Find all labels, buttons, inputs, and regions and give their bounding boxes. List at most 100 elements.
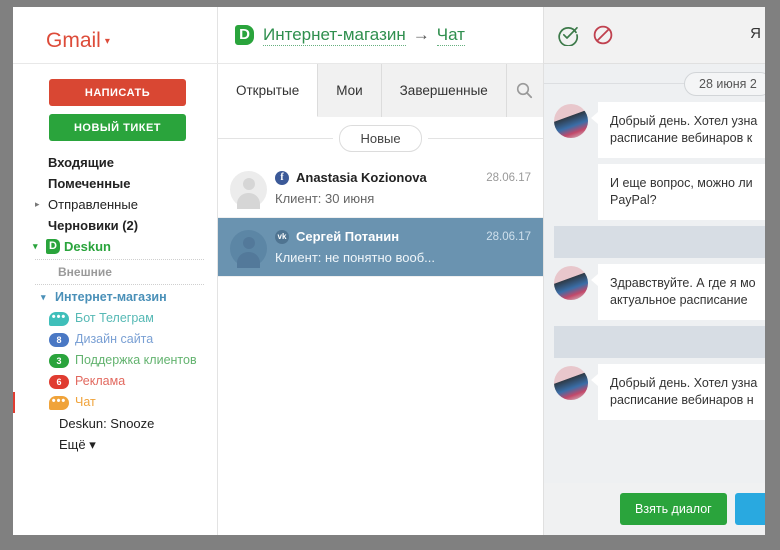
header-divider bbox=[13, 63, 218, 64]
tab-mine[interactable]: Мои bbox=[318, 64, 382, 117]
secondary-action-button[interactable] bbox=[734, 493, 765, 525]
gmail-logo-text: Gmail bbox=[46, 29, 101, 52]
system-message: Агент завершает bbox=[554, 326, 765, 358]
ticket-date: 28.06.17 bbox=[486, 230, 531, 243]
breadcrumb-channel-link[interactable]: Чат bbox=[436, 25, 465, 46]
vk-icon: vk bbox=[275, 229, 289, 244]
sidebar-item-label: Чат bbox=[75, 395, 96, 409]
system-message: Агент завершает bbox=[554, 226, 765, 258]
arrow-right-icon: → bbox=[412, 25, 430, 44]
tab-completed[interactable]: Завершенные bbox=[381, 64, 507, 117]
chat-message: Добрый день. Хотел узна расписание вебин… bbox=[544, 364, 765, 420]
new-ticket-button[interactable]: НОВЫЙ ТИКЕТ bbox=[49, 114, 186, 141]
deskun-logo-icon: D bbox=[46, 239, 60, 254]
chat-messages: 28 июня 2 Добрый день. Хотел узна распис… bbox=[544, 64, 765, 535]
sidebar-item-snooze[interactable]: Deskun: Snooze bbox=[13, 413, 218, 434]
chevron-down-icon: ▾ bbox=[104, 35, 110, 47]
chat-message: Добрый день. Хотел узна расписание вебин… bbox=[544, 102, 765, 158]
sidebar-item-label: Поддержка клиентов bbox=[75, 353, 197, 367]
avatar bbox=[554, 266, 588, 300]
chat-date-separator: 28 июня 2 bbox=[544, 64, 765, 102]
divider bbox=[35, 284, 204, 285]
avatar bbox=[554, 104, 588, 138]
chat-assignee-label: Я bbox=[750, 25, 761, 42]
sidebar-item-label: Deskun bbox=[64, 239, 111, 254]
ban-icon bbox=[593, 25, 613, 45]
chevron-down-icon: ▾ bbox=[33, 241, 38, 251]
divider bbox=[35, 259, 204, 260]
avatar bbox=[554, 366, 588, 400]
app-window: Gmail ▾ НАПИСАТЬ НОВЫЙ ТИКЕТ Входящие Пом… bbox=[13, 7, 765, 535]
sidebar-item-deskun[interactable]: ▾ D Deskun bbox=[13, 236, 218, 257]
sidebar-item-label: Отправленные bbox=[48, 197, 138, 212]
sidebar-item-customer-support[interactable]: 3 Поддержка клиентов bbox=[13, 350, 218, 371]
gmail-logo[interactable]: Gmail ▾ bbox=[46, 29, 110, 53]
sidebar-group-external: Внешние bbox=[58, 265, 112, 279]
gmail-nav: Входящие Помеченные ▸ Отправленные Черно… bbox=[13, 152, 218, 455]
chat-date-label: 28 июня 2 bbox=[684, 72, 765, 96]
message-bubble: Добрый день. Хотел узна расписание вебин… bbox=[591, 102, 765, 158]
channel-badge: 6 bbox=[49, 375, 69, 389]
sidebar-item-label: Интернет-магазин bbox=[55, 290, 167, 304]
search-button[interactable] bbox=[506, 64, 543, 117]
take-dialog-button[interactable]: Взять диалог bbox=[620, 493, 727, 525]
sidebar-item-inbox[interactable]: Входящие bbox=[13, 152, 218, 173]
sidebar-item-sent[interactable]: ▸ Отправленные bbox=[13, 194, 218, 215]
sidebar-item-telegram-bot[interactable]: ••• Бот Телеграм bbox=[13, 308, 218, 329]
sidebar-item-drafts[interactable]: Черновики (2) bbox=[13, 215, 218, 236]
active-marker bbox=[13, 392, 15, 413]
message-bubble: И еще вопрос, можно ли PayPal? bbox=[598, 164, 765, 220]
sidebar-item-label: Бот Телеграм bbox=[75, 311, 154, 325]
ticket-preview: Клиент: не понятно вооб... bbox=[275, 250, 435, 265]
table-row[interactable]: f Anastasia Kozionova 28.06.17 Клиент: 3… bbox=[218, 159, 543, 218]
sidebar-item-starred[interactable]: Помеченные bbox=[13, 173, 218, 194]
table-row[interactable]: vk Сергей Потанин 28.06.17 Клиент: не по… bbox=[218, 218, 543, 277]
facebook-icon: f bbox=[275, 170, 289, 185]
sidebar-item-label: Входящие bbox=[48, 155, 114, 170]
sidebar-item-label: Ещё ▾ bbox=[59, 437, 96, 452]
chat-toolbar: Я bbox=[544, 7, 765, 64]
tab-open[interactable]: Открытые bbox=[218, 64, 319, 117]
channel-badge: ••• bbox=[49, 312, 69, 326]
ticket-list-panel: D Интернет-магазин → Чат Открытые Мои За… bbox=[218, 7, 765, 535]
channel-badge: 3 bbox=[49, 354, 69, 368]
compose-button[interactable]: НАПИСАТЬ bbox=[49, 79, 186, 106]
search-icon bbox=[517, 82, 533, 99]
deskun-logo-icon: D bbox=[235, 25, 254, 45]
resolve-button[interactable] bbox=[555, 22, 581, 48]
chat-action-bar: Взять диалог bbox=[544, 483, 765, 535]
sidebar-item-label: Deskun: Snooze bbox=[59, 416, 155, 431]
ticket-header: vk Сергей Потанин 28.06.17 bbox=[275, 229, 531, 244]
sidebar-item-label: Дизайн сайта bbox=[75, 332, 154, 346]
chevron-down-icon: ▾ bbox=[41, 292, 46, 302]
channel-badge: 8 bbox=[49, 333, 69, 347]
gmail-sidebar: Gmail ▾ НАПИСАТЬ НОВЫЙ ТИКЕТ Входящие Пом… bbox=[13, 7, 218, 535]
ticket-sender-name: Сергей Потанин bbox=[296, 229, 400, 244]
list-section-divider: Новые bbox=[218, 117, 543, 159]
sidebar-item-chat[interactable]: ••• Чат bbox=[13, 392, 218, 413]
message-bubble: Добрый день. Хотел узна расписание вебин… bbox=[591, 364, 765, 420]
ticket-tabs: Открытые Мои Завершенные bbox=[218, 64, 543, 117]
ticket-header: f Anastasia Kozionova 28.06.17 bbox=[275, 170, 531, 185]
ticket-preview: Клиент: 30 июня bbox=[275, 191, 375, 206]
sidebar-item-shop[interactable]: ▾ Интернет-магазин bbox=[13, 287, 218, 308]
message-bubble: Здравствуйте. А где я мо актуальное расп… bbox=[591, 264, 765, 320]
breadcrumb-shop-link[interactable]: Интернет-магазин bbox=[263, 25, 406, 46]
sidebar-item-more[interactable]: Ещё ▾ bbox=[13, 434, 218, 455]
avatar bbox=[230, 230, 267, 268]
check-circle-icon bbox=[558, 26, 579, 46]
block-button[interactable] bbox=[590, 22, 616, 48]
sidebar-item-advertising[interactable]: 6 Реклама bbox=[13, 371, 218, 392]
sidebar-item-label: Помеченные bbox=[48, 176, 131, 191]
section-label-new: Новые bbox=[339, 124, 422, 152]
chat-panel: Я 28 июня 2 Добрый день. Хотел узна расп… bbox=[543, 7, 765, 535]
avatar bbox=[230, 171, 267, 209]
sidebar-item-site-design[interactable]: 8 Дизайн сайта bbox=[13, 329, 218, 350]
channel-badge: ••• bbox=[49, 396, 69, 410]
chevron-right-icon: ▸ bbox=[35, 199, 40, 209]
ticket-date: 28.06.17 bbox=[486, 171, 531, 184]
chat-message: Здравствуйте. А где я мо актуальное расп… bbox=[544, 264, 765, 320]
ticket-sender-name: Anastasia Kozionova bbox=[296, 170, 427, 185]
sidebar-item-label: Черновики (2) bbox=[48, 218, 139, 233]
sidebar-item-label: Реклама bbox=[75, 374, 126, 388]
